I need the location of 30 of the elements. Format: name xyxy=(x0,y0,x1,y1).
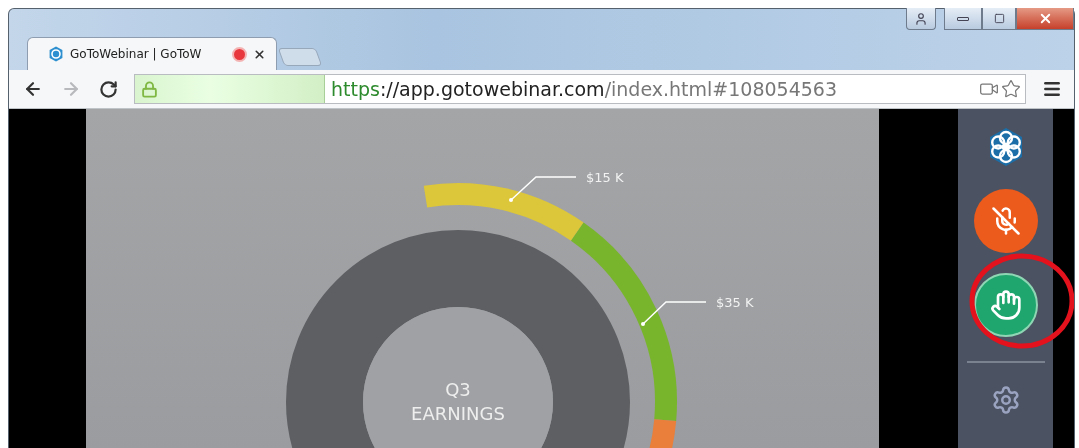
chart-title: EARNINGS xyxy=(411,403,505,424)
address-bar[interactable]: https://app.gotowebinar.com/index.html#108054563 xyxy=(134,74,1026,104)
bookmark-star-icon[interactable] xyxy=(1001,79,1021,99)
settings-button[interactable] xyxy=(990,385,1021,415)
close-button[interactable] xyxy=(1016,8,1074,30)
hand-icon xyxy=(989,289,1022,321)
lock-icon xyxy=(141,80,158,98)
maximize-icon xyxy=(993,13,1005,24)
microphone-off-icon xyxy=(990,206,1021,236)
settings-icon xyxy=(990,385,1021,415)
minimize-icon xyxy=(957,16,969,21)
maximize-button[interactable] xyxy=(982,8,1016,30)
forward-icon xyxy=(61,79,81,99)
leader-line xyxy=(641,301,707,326)
back-icon xyxy=(23,79,43,99)
menu-icon xyxy=(1042,79,1062,99)
profile-button[interactable] xyxy=(906,8,936,30)
leader-line xyxy=(509,176,577,202)
browser-tab[interactable]: GoToWebinar | GoToW xyxy=(27,37,277,70)
value-label: $15 K xyxy=(586,170,624,185)
url-text: https://app.gotowebinar.com/index.html#108054563 xyxy=(331,78,838,100)
logo-icon xyxy=(48,46,64,62)
minimize-button[interactable] xyxy=(944,8,982,30)
tab-title: GoToWebinar | GoToW xyxy=(70,47,203,61)
raise-hand-button[interactable] xyxy=(973,273,1038,337)
user-icon xyxy=(914,11,928,26)
chart-title: Q3 xyxy=(445,379,471,400)
reload-icon xyxy=(99,79,118,99)
close-icon[interactable] xyxy=(253,47,266,61)
value-label: $35 K xyxy=(716,295,754,310)
